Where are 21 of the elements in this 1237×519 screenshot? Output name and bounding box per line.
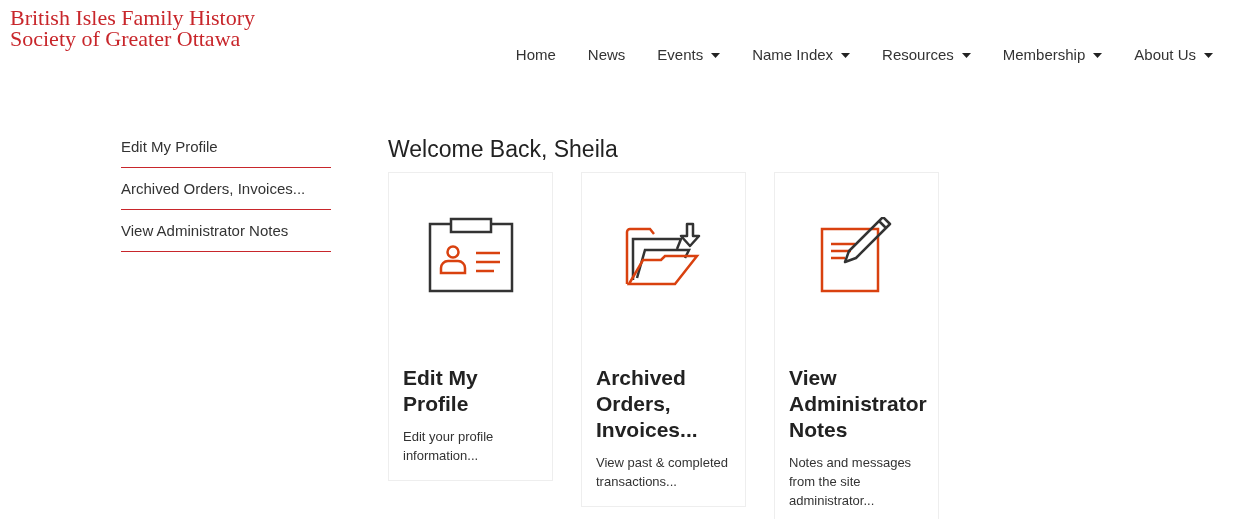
nav-link[interactable]: News [571, 44, 642, 67]
nav-link[interactable]: Events [641, 44, 737, 67]
nav-link[interactable]: Home [499, 44, 572, 67]
sidebar-link[interactable]: View Administrator Notes [121, 209, 331, 252]
card-title: Archived Orders, Invoices... [596, 364, 699, 443]
nav-link[interactable]: Name Index [736, 44, 867, 67]
sidebar-link[interactable]: Archived Orders, Invoices... [121, 167, 331, 210]
dashboard-card[interactable]: Edit My Profile Edit your profile information... [388, 171, 553, 481]
dashboard-card[interactable]: Archived Orders, Invoices... View past & completed transactions... [581, 171, 746, 507]
nav-link[interactable]: About Us [1118, 44, 1229, 67]
card-description: Edit your profile information... [403, 427, 495, 465]
id-card-icon [427, 216, 514, 293]
card-description: View past & completed transactions... [596, 453, 729, 491]
nav-link[interactable]: Resources [866, 44, 987, 67]
nav-link[interactable]: Membership [986, 44, 1119, 67]
card-title: Edit My Profile [403, 364, 479, 417]
logo-text[interactable]: British Isles Family History [10, 7, 256, 28]
welcome-heading: Welcome Back, Sheila [388, 135, 619, 162]
dashboard-card[interactable]: View Administrator Notes Notes and messages from the site administrator... [774, 171, 939, 519]
sidebar-link[interactable]: Edit My Profile [121, 125, 331, 168]
card-description: Notes and messages from the site administrator... [789, 453, 913, 510]
